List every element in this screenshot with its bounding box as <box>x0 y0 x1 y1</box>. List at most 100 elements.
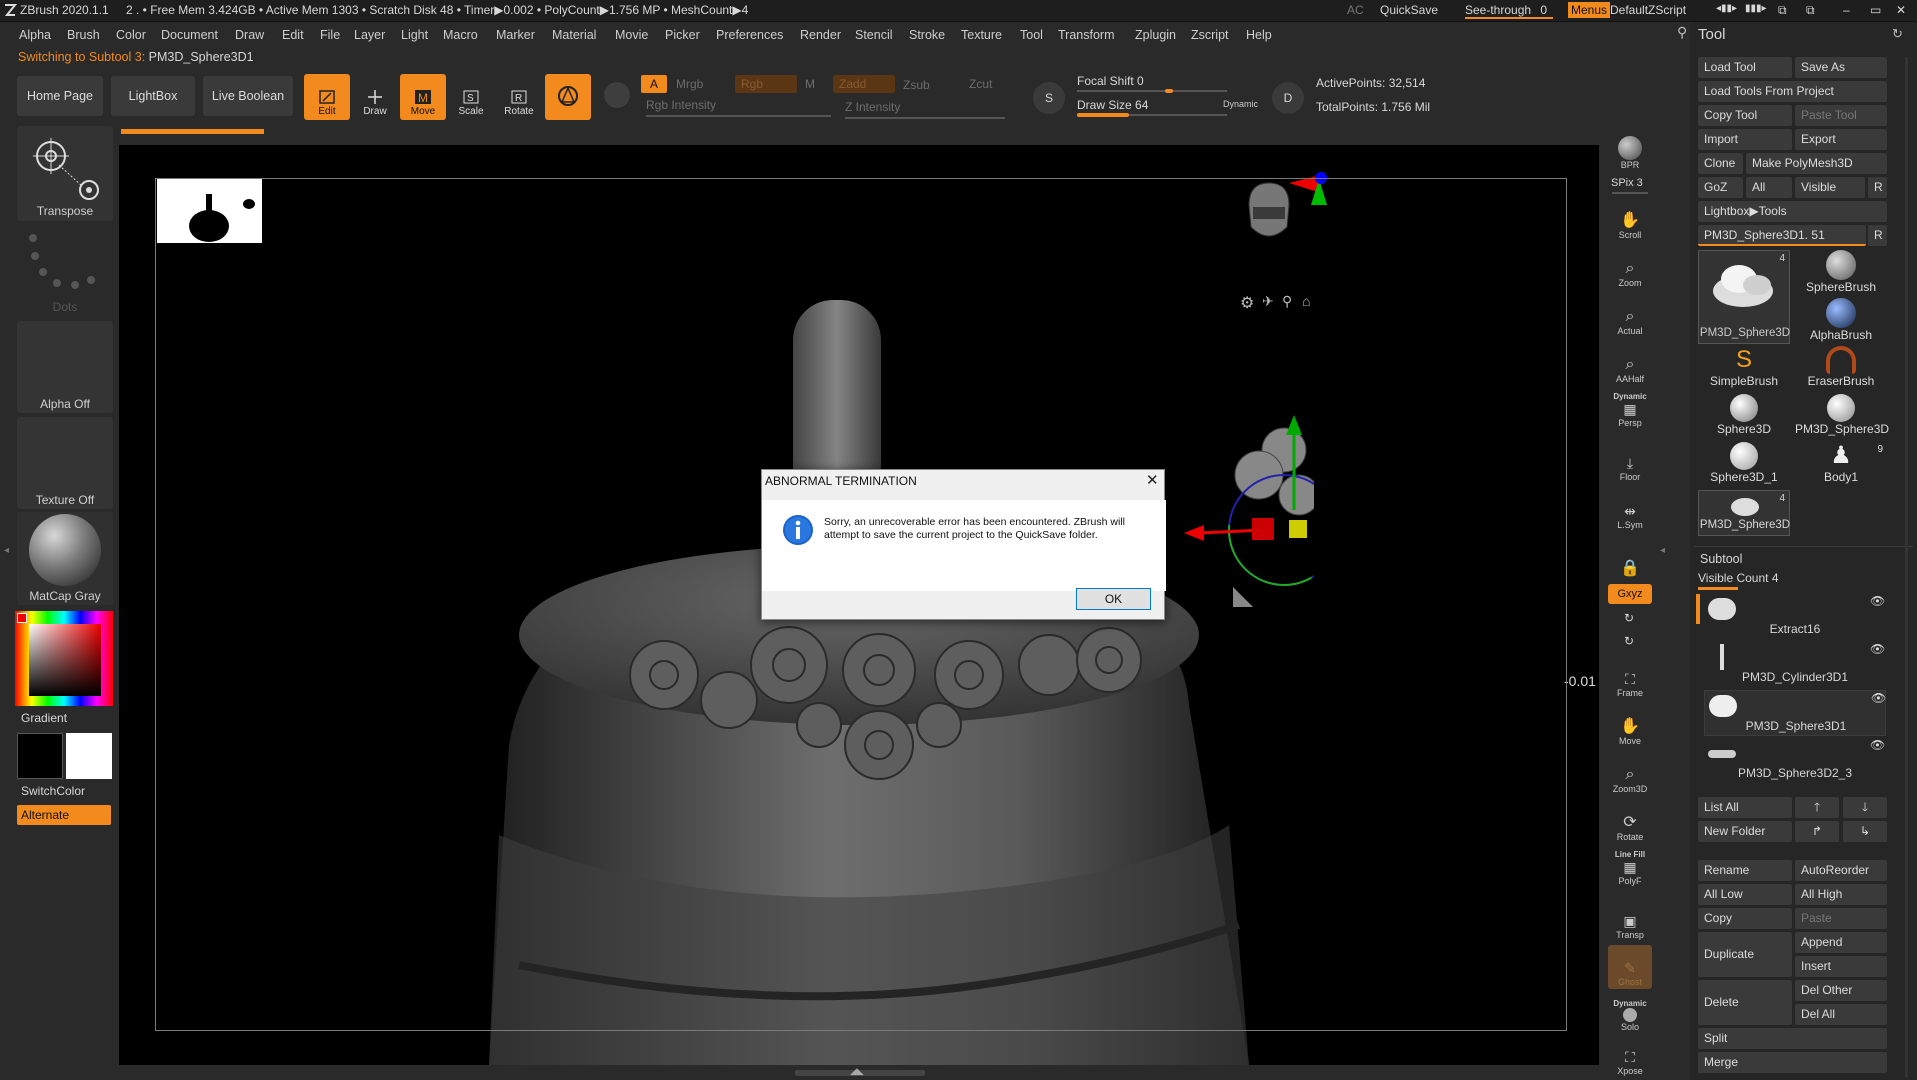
tool-thumb-pm3d-sphere3d-2[interactable]: 4 PM3D_Sphere3D <box>1698 490 1790 536</box>
draw-mode-button[interactable]: Draw <box>352 74 398 120</box>
subtool-item-pm3d-cylinder3d1[interactable]: 👁 PM3D_Cylinder3D1 <box>1704 642 1886 688</box>
ghost-button[interactable]: ✎ Ghost <box>1608 945 1652 989</box>
lightbox-button[interactable]: LightBox <box>111 76 195 116</box>
rgb-intensity-slider[interactable] <box>646 115 831 117</box>
xpose-button[interactable]: ⛶ Xpose <box>1608 1038 1652 1078</box>
restore-icon[interactable]: ▭ <box>1870 3 1881 17</box>
persp-button[interactable]: Dynamic ▦ Persp <box>1608 390 1652 430</box>
xyz-symmetry-button[interactable]: Gxyz <box>1608 584 1652 604</box>
right-collapse-arrow-icon[interactable]: ◂ <box>1660 545 1665 556</box>
menu-light[interactable]: Light <box>401 28 428 42</box>
menu-macro[interactable]: Macro <box>443 28 478 42</box>
new-folder-button[interactable]: New Folder <box>1698 821 1792 842</box>
load-tools-from-project-button[interactable]: Load Tools From Project <box>1698 81 1887 102</box>
tool-palette-scrollbar[interactable] <box>1905 57 1908 1077</box>
menu-file[interactable]: File <box>320 28 340 42</box>
delete-button[interactable]: Delete <box>1698 980 1792 1025</box>
window-stack-icon[interactable]: ⧉ <box>1806 3 1815 18</box>
append-button[interactable]: Append <box>1795 932 1887 953</box>
tool-palette-title[interactable]: Tool <box>1698 26 1726 43</box>
move-mode-button[interactable]: M Move <box>400 74 446 120</box>
lightbox-tools-button[interactable]: Lightbox▶Tools <box>1698 201 1887 222</box>
rotate-view-button[interactable]: ⟳ Rotate <box>1608 800 1652 844</box>
focal-shift-mode-icon[interactable]: S <box>1033 82 1065 114</box>
menu-layer[interactable]: Layer <box>354 28 385 42</box>
ac-label[interactable]: AC <box>1347 3 1364 17</box>
tool-thumb-pm3d-sphere3d[interactable]: PM3D_Sphere3D <box>1795 394 1889 440</box>
zsub-toggle[interactable]: Zsub <box>903 78 930 92</box>
m-toggle[interactable]: M <box>805 77 815 91</box>
menu-tool[interactable]: Tool <box>1020 28 1043 42</box>
close-window-icon[interactable]: ✕ <box>1896 3 1906 17</box>
live-boolean-button[interactable]: Live Boolean <box>203 76 293 116</box>
make-polymesh-button[interactable]: Make PolyMesh3D <box>1746 153 1887 174</box>
lock-button[interactable]: 🔒 <box>1608 536 1652 580</box>
aahalf-button[interactable]: ⌕ AAHalf <box>1608 342 1652 386</box>
color-picker[interactable] <box>15 611 113 706</box>
window-layout-icon[interactable]: ⧉ <box>1778 3 1787 18</box>
menu-zscript[interactable]: Zscript <box>1191 28 1229 42</box>
menu-color[interactable]: Color <box>116 28 146 42</box>
polyf-button[interactable]: Line Fill ▦ PolyF <box>1608 848 1652 888</box>
insert-button[interactable]: Insert <box>1795 956 1887 977</box>
tool-thumb-simplebrush[interactable]: S SimpleBrush <box>1698 346 1790 392</box>
subtool-eye-icon[interactable]: 👁 <box>1870 594 1885 608</box>
left-collapse-arrow-icon[interactable]: ◂ <box>4 545 10 563</box>
rotate-y-icon[interactable]: ↻ <box>1624 611 1634 625</box>
color-saturation-square[interactable] <box>29 624 101 696</box>
menu-preferences[interactable]: Preferences <box>716 28 783 42</box>
lsym-button[interactable]: ⇹ L.Sym <box>1608 488 1652 532</box>
gradient-label[interactable]: Gradient <box>21 711 67 725</box>
tool-thumb-sphere3d-1[interactable]: Sphere3D_1 <box>1698 442 1790 488</box>
save-as-button[interactable]: Save As <box>1795 57 1887 78</box>
goz-visible-button[interactable]: Visible <box>1795 177 1865 198</box>
zcut-toggle[interactable]: Zcut <box>969 77 992 91</box>
paste-tool-button[interactable]: Paste Tool <box>1795 105 1887 126</box>
menu-brush[interactable]: Brush <box>67 28 100 42</box>
menu-marker[interactable]: Marker <box>496 28 535 42</box>
transp-button[interactable]: ▣ Transp <box>1608 898 1652 942</box>
current-tool-slider[interactable]: PM3D_Sphere3D1. 51 <box>1698 225 1866 246</box>
scale-mode-button[interactable]: S Scale <box>448 74 494 120</box>
transpose-brush-slot[interactable]: Transpose <box>17 126 113 221</box>
see-through-slider[interactable]: See-through 0 <box>1465 3 1553 19</box>
menu-movie[interactable]: Movie <box>615 28 648 42</box>
subtool-item-pm3d-sphere3d1-selected[interactable]: 👁 PM3D_Sphere3D1 <box>1704 690 1886 736</box>
mrgb-toggle[interactable]: Mrgb <box>676 77 703 91</box>
secondary-color-swatch[interactable] <box>66 733 112 779</box>
focal-shift-slider[interactable] <box>1077 90 1227 92</box>
rename-button[interactable]: Rename <box>1698 860 1792 881</box>
menu-texture[interactable]: Texture <box>961 28 1002 42</box>
current-tool-r-button[interactable]: R <box>1868 225 1887 246</box>
copy-subtool-button[interactable]: Copy <box>1698 908 1792 929</box>
zoom-button[interactable]: ⌕ Zoom <box>1608 246 1652 290</box>
menu-stencil[interactable]: Stencil <box>855 28 893 42</box>
floor-button[interactable]: ⤓ Floor <box>1608 440 1652 484</box>
subtool-eye-icon[interactable]: 👁 <box>1870 738 1885 752</box>
del-all-button[interactable]: Del All <box>1795 1004 1887 1025</box>
move-up-arrow-icon[interactable]: 🡑 <box>1795 797 1839 818</box>
tool-thumb-spherebrush[interactable]: SphereBrush <box>1795 250 1887 296</box>
alpha-slot[interactable]: Alpha Off <box>17 321 113 413</box>
material-slot[interactable]: MatCap Gray <box>17 512 113 605</box>
subtool-title[interactable]: Subtool <box>1700 552 1742 566</box>
alternate-button[interactable]: Alternate <box>17 805 111 825</box>
bpr-button[interactable]: BPR <box>1608 128 1652 172</box>
minimize-icon[interactable]: – <box>1843 3 1850 17</box>
actual-button[interactable]: ⌕ Actual <box>1608 294 1652 338</box>
list-all-button[interactable]: List All <box>1698 797 1792 818</box>
bottom-collapse-arrow-icon[interactable]: ◢◣ <box>850 1066 864 1077</box>
menu-alpha[interactable]: Alpha <box>19 28 51 42</box>
rotate-mode-button[interactable]: R Rotate <box>496 74 542 120</box>
menu-render[interactable]: Render <box>800 28 841 42</box>
subtool-eye-icon[interactable]: 👁 <box>1871 691 1886 705</box>
scroll-button[interactable]: ✋ Scroll <box>1608 198 1652 242</box>
menu-transform[interactable]: Transform <box>1058 28 1115 42</box>
tool-thumb-sphere3d[interactable]: Sphere3D <box>1698 394 1790 440</box>
tool-thumb-pm3d-sphere3d-selected[interactable]: 4 PM3D_Sphere3D <box>1698 250 1790 344</box>
draw-size-mode-icon[interactable]: D <box>1272 82 1304 114</box>
menu-help[interactable]: Help <box>1246 28 1272 42</box>
z-intensity-slider[interactable] <box>845 117 1005 119</box>
menu-material[interactable]: Material <box>552 28 596 42</box>
primary-color-swatch[interactable] <box>17 733 63 779</box>
